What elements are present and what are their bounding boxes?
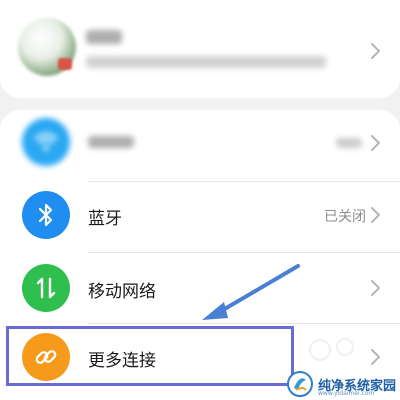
chevron-right-icon — [371, 349, 380, 365]
watermark-logo-icon — [287, 371, 313, 397]
annotation-arrow — [202, 264, 300, 320]
profile-row[interactable] — [0, 12, 400, 92]
watermark: 纯净系统家园 www.yidaimei.com — [286, 368, 400, 400]
chevron-right-icon — [371, 43, 380, 59]
bluetooth-icon — [22, 191, 70, 239]
profile-subtitle-blurred — [86, 56, 326, 68]
avatar-badge — [58, 58, 72, 70]
settings-item-bluetooth[interactable]: 蓝牙 已关闭 — [0, 184, 400, 246]
bluetooth-status: 已关闭 — [324, 209, 366, 225]
chevron-right-icon — [371, 207, 380, 223]
highlight-box — [6, 326, 294, 386]
wlan-label-blurred — [88, 136, 134, 148]
divider — [88, 181, 400, 182]
settings-item-wlan[interactable] — [0, 112, 400, 172]
wifi-icon — [22, 118, 70, 166]
profile-name-blurred — [86, 30, 122, 44]
divider — [88, 252, 400, 253]
mobile-network-label: 移动网络 — [88, 282, 156, 302]
data-transfer-icon — [22, 264, 70, 312]
wlan-status-blurred — [336, 138, 362, 148]
bluetooth-label: 蓝牙 — [88, 209, 122, 229]
chevron-right-icon — [371, 280, 380, 296]
watermark-subtitle: www.yidaimei.com — [318, 390, 375, 397]
settings-screen: 蓝牙 已关闭 移动网络 更多连接 纯净系统家园 www.yidaimei.com — [0, 0, 400, 400]
chevron-right-icon — [371, 135, 380, 151]
